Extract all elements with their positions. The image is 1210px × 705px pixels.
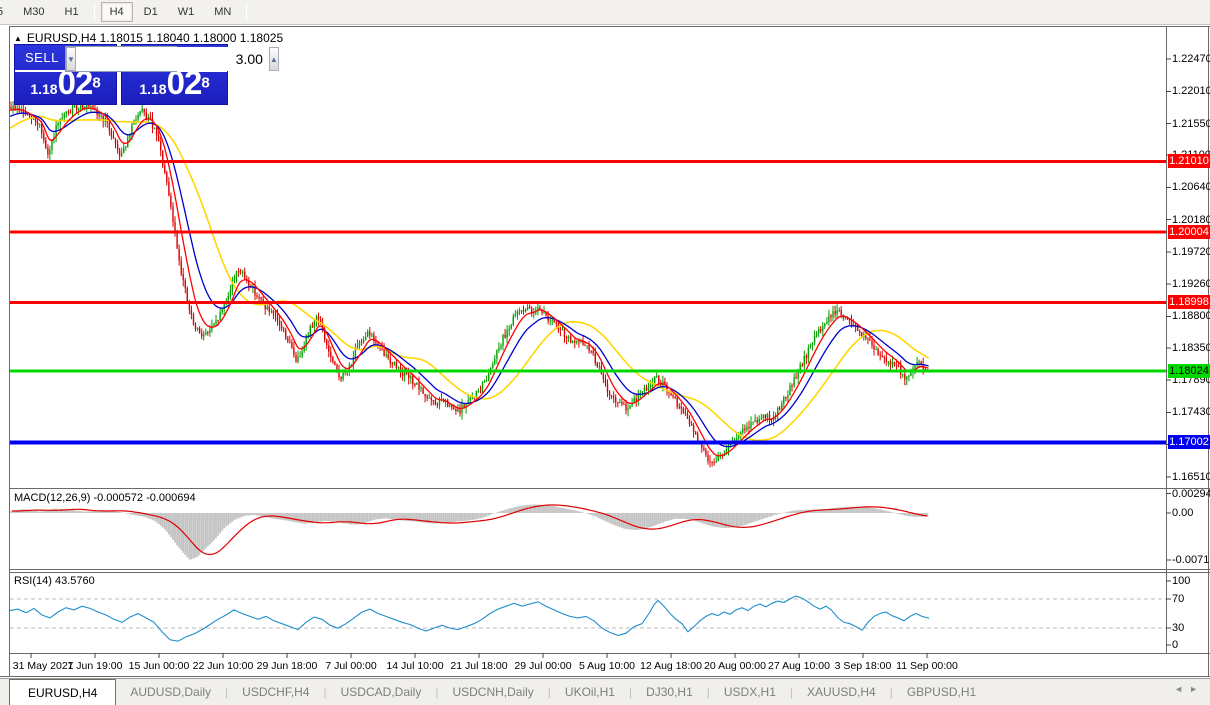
- chart-tab[interactable]: GBPUSD,H1: [893, 679, 990, 705]
- price-tick: 1.18800: [1172, 310, 1210, 322]
- price-tick: 1.19720: [1172, 246, 1210, 258]
- date-tick-label: 14 Jul 10:00: [386, 660, 443, 672]
- date-tick-label: 3 Sep 18:00: [835, 660, 892, 672]
- chart-symbol-header: ▲ EURUSD,H4 1.18015 1.18040 1.18000 1.180…: [14, 31, 283, 45]
- price-tick: 1.18350: [1172, 342, 1210, 354]
- sell-button[interactable]: SELL: [15, 50, 69, 65]
- price-tick: 1.19260: [1172, 278, 1210, 290]
- tab-scroll-right-icon[interactable]: ►: [1189, 684, 1204, 694]
- candlesticks: [10, 99, 928, 468]
- macd-tick: -0.007151: [1172, 554, 1210, 566]
- hline-price-label: 1.18024: [1168, 364, 1210, 378]
- sell-price-pip: 8: [92, 75, 100, 92]
- one-click-trading-panel: SELL 1.18028 BUY 1.18028 ▼ ▲: [14, 44, 228, 105]
- pane-borders: [0, 26, 1210, 677]
- price-tick: 1.21550: [1172, 118, 1210, 130]
- chart-canvas[interactable]: [0, 0, 1210, 705]
- tab-scroll-left-icon[interactable]: ◄: [1174, 684, 1189, 694]
- mt4-window: 5M30H1H4D1W1MN ▲EURUSD,H4 1.18015 1.1804…: [0, 0, 1210, 705]
- sell-price-prefix: 1.18: [30, 81, 57, 97]
- axis-ticks: [31, 59, 1171, 658]
- date-tick-label: 21 Jul 18:00: [450, 660, 507, 672]
- date-tick-label: 22 Jun 10:00: [193, 660, 254, 672]
- date-tick-label: 29 Jul 00:00: [514, 660, 571, 672]
- price-tick: 1.22010: [1172, 85, 1210, 97]
- date-tick-label: 31 May 2021: [13, 660, 74, 672]
- date-tick-label: 5 Aug 10:00: [579, 660, 635, 672]
- chart-tab[interactable]: USDCNH,Daily: [438, 679, 547, 705]
- date-tick-label: 15 Jun 00:00: [129, 660, 190, 672]
- buy-price-pip: 8: [201, 75, 209, 92]
- date-tick-label: 7 Jun 19:00: [68, 660, 123, 672]
- volume-spinner: ▼ ▲: [65, 46, 177, 72]
- rsi-tick: 0: [1172, 639, 1178, 651]
- tab-scroll-arrows[interactable]: ◄►: [1174, 684, 1204, 694]
- date-tick-label: 29 Jun 18:00: [257, 660, 318, 672]
- collapse-arrow-icon[interactable]: ▲: [14, 34, 22, 43]
- date-tick-label: 7 Jul 00:00: [325, 660, 376, 672]
- hline-price-label: 1.21010: [1168, 154, 1210, 168]
- price-tick: 1.20180: [1172, 214, 1210, 226]
- rsi-label: RSI(14) 43.5760: [14, 575, 95, 587]
- chart-tab[interactable]: DJ30,H1: [632, 679, 707, 705]
- price-tick: 1.22470: [1172, 53, 1210, 65]
- chart-tab[interactable]: USDX,H1: [710, 679, 790, 705]
- macd-tick: 0.00: [1172, 507, 1193, 519]
- date-tick-label: 11 Sep 00:00: [896, 660, 958, 672]
- chart-tab[interactable]: XAUUSD,H4: [793, 679, 890, 705]
- rsi-tick: 70: [1172, 593, 1184, 605]
- price-tick: 1.17430: [1172, 406, 1210, 418]
- date-tick-label: 27 Aug 10:00: [768, 660, 830, 672]
- rsi-tick: 30: [1172, 622, 1184, 634]
- rsi-line: [10, 596, 929, 641]
- hline-price-label: 1.18998: [1168, 295, 1210, 309]
- macd-label: MACD(12,26,9) -0.000572 -0.000694: [14, 492, 196, 504]
- chart-tab[interactable]: AUDUSD,Daily: [116, 679, 225, 705]
- price-tick: 1.16510: [1172, 471, 1210, 483]
- date-tick-label: 12 Aug 18:00: [640, 660, 702, 672]
- macd-tick: 0.002947: [1172, 488, 1210, 500]
- volume-decrease-button[interactable]: ▼: [66, 47, 76, 71]
- ohlc-text: EURUSD,H4 1.18015 1.18040 1.18000 1.1802…: [27, 31, 283, 45]
- rsi-level-lines: [10, 599, 1166, 628]
- hline-price-label: 1.17002: [1168, 435, 1210, 449]
- chart-tab[interactable]: USDCHF,H4: [228, 679, 323, 705]
- volume-input[interactable]: [76, 47, 269, 71]
- macd-indicator: [11, 505, 927, 560]
- rsi-tick: 100: [1172, 575, 1190, 587]
- chart-tab[interactable]: UKOil,H1: [551, 679, 629, 705]
- buy-price-prefix: 1.18: [139, 81, 166, 97]
- chart-tab[interactable]: USDCAD,Daily: [327, 679, 436, 705]
- moving-average: [10, 117, 928, 441]
- date-tick-label: 20 Aug 00:00: [704, 660, 766, 672]
- chart-tab-active[interactable]: EURUSD,H4: [9, 679, 116, 705]
- chart-tab-bar: EURUSD,H4AUDUSD,Daily|USDCHF,H4|USDCAD,D…: [0, 678, 1210, 705]
- price-tick: 1.20640: [1172, 181, 1210, 193]
- volume-increase-button[interactable]: ▲: [269, 47, 279, 71]
- hline-price-label: 1.20004: [1168, 225, 1210, 239]
